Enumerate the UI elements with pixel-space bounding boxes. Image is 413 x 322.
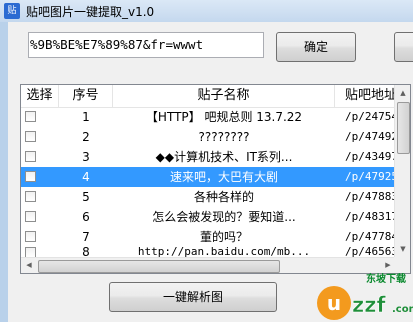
row-checkbox[interactable] xyxy=(25,151,36,162)
row-addr: /p/434977... xyxy=(345,150,399,163)
partial-button[interactable] xyxy=(394,32,413,62)
svg-text:.com: .com xyxy=(392,304,413,315)
row-name: 速来吧，大巴有大剧 xyxy=(169,170,278,184)
table-row[interactable]: 8 http://pan.baidu.com/mb... /p/465635..… xyxy=(21,247,396,257)
row-name: 各种各样的 xyxy=(193,190,254,204)
vertical-scrollbar[interactable]: ▲ ▼ xyxy=(394,85,410,257)
row-addr: /p/247548... xyxy=(345,110,399,123)
table-row[interactable]: 7 董的吗？ /p/477849... xyxy=(21,227,399,247)
scroll-down-icon[interactable]: ▼ xyxy=(395,241,410,257)
row-checkbox[interactable] xyxy=(25,211,36,222)
app-icon: 贴 xyxy=(4,3,20,19)
row-num: 3 xyxy=(82,150,90,164)
header-num[interactable]: 序号 xyxy=(59,85,113,107)
watermark-top-text: 东坡下载 xyxy=(366,274,406,285)
header-addr[interactable]: 贴吧地址 xyxy=(335,85,396,107)
svg-text:u: u xyxy=(327,291,341,315)
table-row-selected[interactable]: 4 速来吧，大巴有大剧 /p/479256... xyxy=(21,167,399,187)
row-num: 6 xyxy=(82,210,90,224)
row-checkbox[interactable] xyxy=(25,131,36,142)
row-checkbox[interactable] xyxy=(25,191,36,202)
row-addr: /p/483178... xyxy=(345,210,399,223)
horizontal-scroll-thumb[interactable] xyxy=(38,260,280,273)
table-row[interactable]: 5 各种各样的 /p/478830... xyxy=(21,187,399,207)
list-header: 选择 序号 贴子名称 贴吧地址 xyxy=(21,85,396,108)
table-row[interactable]: 2 ???????? /p/474924... xyxy=(21,127,399,147)
url-input[interactable]: %9B%BE%E7%89%87&fr=wwwt xyxy=(28,32,264,58)
row-checkbox[interactable] xyxy=(25,171,36,182)
svg-text:zzf: zzf xyxy=(352,293,386,317)
post-list[interactable]: 选择 序号 贴子名称 贴吧地址 1 【HTTP】 吧规总则 13.7.22 /p… xyxy=(20,84,411,274)
row-addr: /p/477849... xyxy=(345,230,399,243)
row-name: 【HTTP】 吧规总则 13.7.22 xyxy=(145,110,303,124)
watermark-logo: 东坡下载 u zzf .com xyxy=(316,268,413,322)
header-name[interactable]: 贴子名称 xyxy=(113,85,335,107)
row-num: 4 xyxy=(82,170,90,184)
header-select[interactable]: 选择 xyxy=(21,85,59,107)
table-row[interactable]: 1 【HTTP】 吧规总则 13.7.22 /p/247548... xyxy=(21,107,399,127)
row-name: 怎么会被发现的？要知道... xyxy=(152,210,296,224)
confirm-button[interactable]: 确定 xyxy=(276,32,356,62)
uzzf-logo-icon: u zzf .com xyxy=(317,286,413,320)
row-checkbox[interactable] xyxy=(25,247,36,257)
row-name: 董的吗？ xyxy=(199,230,248,244)
row-num: 5 xyxy=(82,190,90,204)
scroll-up-icon[interactable]: ▲ xyxy=(395,85,410,101)
row-name: ???????? xyxy=(198,130,250,144)
row-num: 2 xyxy=(82,130,90,144)
row-num: 8 xyxy=(82,247,90,257)
row-addr: /p/478830... xyxy=(345,190,399,203)
table-row[interactable]: 3 ◆◆计算机技术、IT系列... /p/434977... xyxy=(21,147,399,167)
window-title: 贴吧图片一键提取_v1.0 xyxy=(26,5,155,19)
row-checkbox[interactable] xyxy=(25,231,36,242)
title-bar: 贴 贴吧图片一键提取_v1.0 xyxy=(0,0,413,22)
row-name: ◆◆计算机技术、IT系列... xyxy=(155,150,293,164)
row-num: 7 xyxy=(82,230,90,244)
row-addr: /p/465635... xyxy=(345,247,396,257)
vertical-scroll-thumb[interactable] xyxy=(397,102,410,154)
row-addr: /p/474924... xyxy=(345,130,399,143)
row-num: 1 xyxy=(82,110,90,124)
table-row[interactable]: 6 怎么会被发现的？要知道... /p/483178... xyxy=(21,207,399,227)
row-name: http://pan.baidu.com/mb... xyxy=(137,247,311,257)
row-checkbox[interactable] xyxy=(25,111,36,122)
row-addr: /p/479256... xyxy=(345,170,399,183)
parse-images-button[interactable]: 一键解析图 xyxy=(109,282,277,312)
scroll-left-icon[interactable]: ◀ xyxy=(21,258,37,273)
